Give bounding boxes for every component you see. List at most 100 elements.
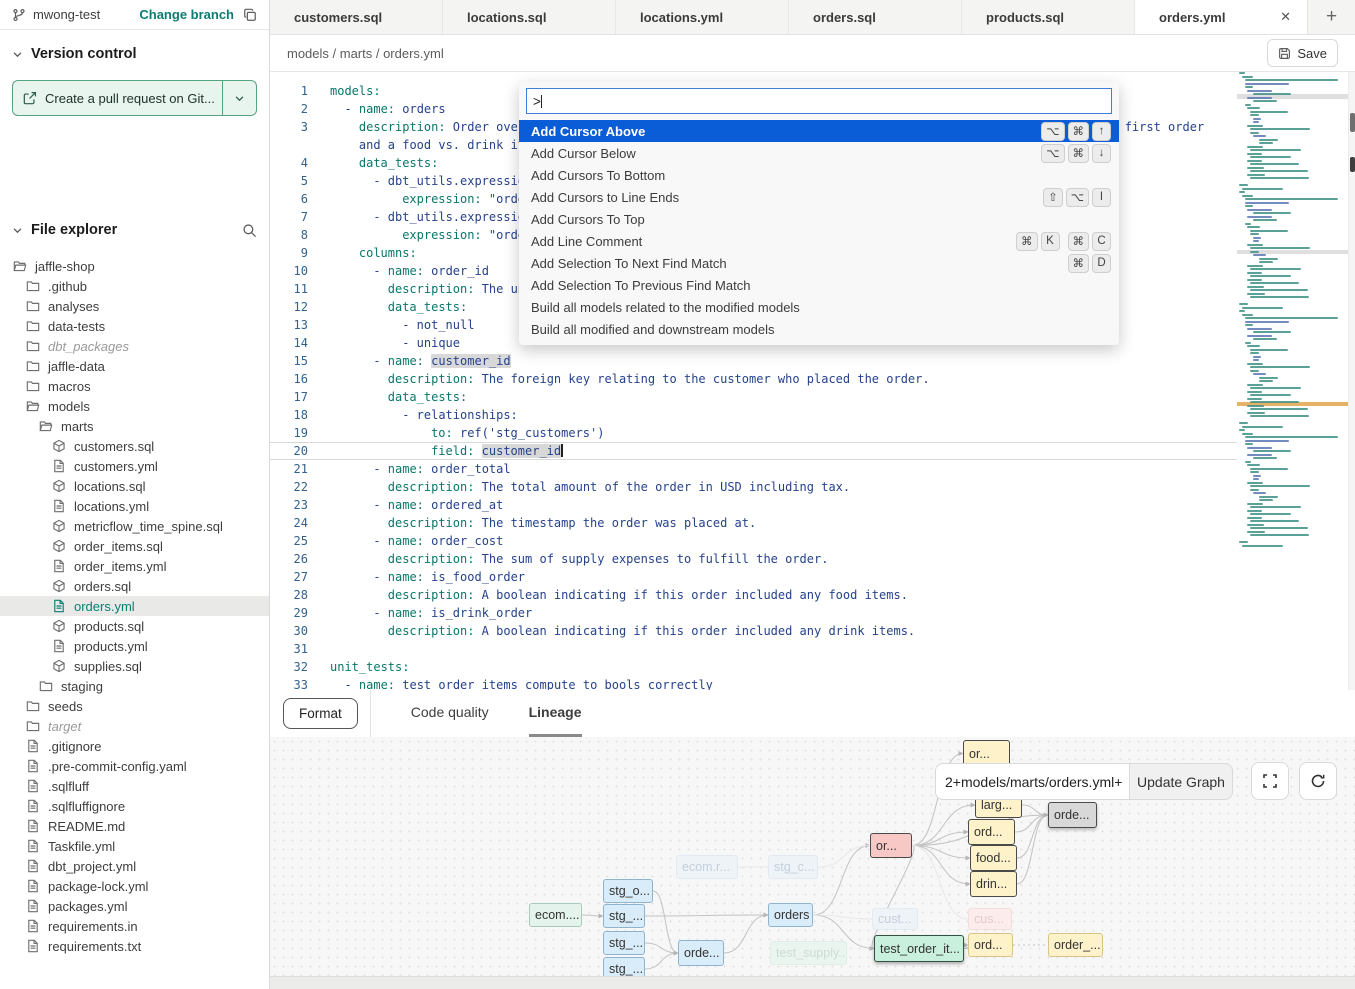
- editor-scrollbar[interactable]: [1348, 72, 1355, 690]
- file-tree-item[interactable]: requirements.in: [0, 916, 269, 936]
- lineage-node[interactable]: stg_...: [603, 957, 645, 976]
- lineage-node[interactable]: ord...: [968, 819, 1015, 845]
- lineage-selector-input[interactable]: 2+models/marts/orders.yml+: [935, 763, 1130, 800]
- code-line[interactable]: 20field: customer_id: [270, 442, 1237, 460]
- code-line[interactable]: 26description: The sum of supply expense…: [270, 550, 1237, 568]
- format-button[interactable]: Format: [283, 698, 358, 729]
- command-palette-item[interactable]: Add Line Comment⌘K⌘C: [519, 230, 1119, 252]
- create-pr-button[interactable]: Create a pull request on Git...: [12, 80, 257, 116]
- update-graph-button[interactable]: Update Graph: [1130, 763, 1233, 800]
- lineage-node[interactable]: or...: [870, 833, 912, 858]
- file-tree-item[interactable]: dbt_packages: [0, 336, 269, 356]
- file-tree-item[interactable]: metricflow_time_spine.sql: [0, 516, 269, 536]
- search-icon[interactable]: [242, 223, 257, 238]
- code-line[interactable]: 27- name: is_food_order: [270, 568, 1237, 586]
- file-tree-item[interactable]: customers.sql: [0, 436, 269, 456]
- file-explorer-header[interactable]: File explorer: [12, 222, 257, 238]
- fullscreen-button[interactable]: [1251, 762, 1289, 800]
- file-tree-item[interactable]: orders.yml: [0, 596, 269, 616]
- command-palette-item[interactable]: Build all models related to the modified…: [519, 296, 1119, 318]
- copy-icon[interactable]: [243, 8, 257, 22]
- lineage-node[interactable]: ord...: [968, 933, 1013, 957]
- file-tree-item[interactable]: products.yml: [0, 636, 269, 656]
- change-branch-link[interactable]: Change branch: [139, 7, 234, 22]
- code-line[interactable]: 24description: The timestamp the order w…: [270, 514, 1237, 532]
- bottom-tab-code-quality[interactable]: Code quality: [411, 690, 489, 737]
- command-palette-item[interactable]: Add Cursor Below⌥⌘↓: [519, 142, 1119, 164]
- code-line[interactable]: 16description: The foreign key relating …: [270, 370, 1237, 388]
- file-tree-item[interactable]: target: [0, 716, 269, 736]
- file-tree-item[interactable]: jaffle-shop: [0, 256, 269, 276]
- refresh-button[interactable]: [1299, 762, 1337, 800]
- file-tree-item[interactable]: seeds: [0, 696, 269, 716]
- file-tree-item[interactable]: locations.sql: [0, 476, 269, 496]
- lineage-node[interactable]: food...: [970, 845, 1017, 871]
- file-tree-item[interactable]: analyses: [0, 296, 269, 316]
- lineage-node[interactable]: ecom.r...: [676, 855, 738, 879]
- code-line[interactable]: 32unit_tests:: [270, 658, 1237, 676]
- pr-button-dropdown[interactable]: [222, 81, 256, 115]
- file-tree-item[interactable]: staging: [0, 676, 269, 696]
- code-line[interactable]: 15- name: customer_id: [270, 352, 1237, 370]
- file-tree-item[interactable]: .github: [0, 276, 269, 296]
- file-tree-item[interactable]: customers.yml: [0, 456, 269, 476]
- file-tree-item[interactable]: orders.sql: [0, 576, 269, 596]
- minimap[interactable]: [1237, 72, 1348, 690]
- lineage-node[interactable]: stg_o...: [603, 879, 653, 903]
- lineage-node[interactable]: orde...: [1048, 802, 1097, 828]
- code-line[interactable]: 28description: A boolean indicating if t…: [270, 586, 1237, 604]
- version-control-header[interactable]: Version control: [12, 46, 257, 62]
- lineage-node[interactable]: test_supply...: [770, 941, 847, 965]
- lineage-node[interactable]: stg_c...: [768, 855, 818, 879]
- horizontal-scrollbar[interactable]: [270, 976, 1355, 989]
- code-line[interactable]: 23- name: ordered_at: [270, 496, 1237, 514]
- code-line[interactable]: 33- name: test_order_items_compute_to_bo…: [270, 676, 1237, 690]
- command-palette-input[interactable]: >: [526, 88, 1112, 114]
- lineage-node[interactable]: cust...: [872, 908, 918, 930]
- file-tree-item[interactable]: jaffle-data: [0, 356, 269, 376]
- editor-tab[interactable]: locations.yml: [616, 0, 789, 34]
- code-line[interactable]: 18- relationships:: [270, 406, 1237, 424]
- lineage-node[interactable]: orders: [768, 903, 813, 927]
- code-line[interactable]: 31: [270, 640, 1237, 658]
- file-tree-item[interactable]: requirements.txt: [0, 936, 269, 956]
- command-palette-item[interactable]: Add Selection To Previous Find Match: [519, 274, 1119, 296]
- lineage-node[interactable]: orde...: [678, 940, 724, 966]
- file-tree-item[interactable]: marts: [0, 416, 269, 436]
- save-button[interactable]: Save: [1267, 39, 1338, 67]
- code-line[interactable]: 22description: The total amount of the o…: [270, 478, 1237, 496]
- editor-tab[interactable]: locations.sql: [443, 0, 616, 34]
- lineage-node[interactable]: stg_...: [603, 904, 645, 928]
- file-tree-item[interactable]: dbt_project.yml: [0, 856, 269, 876]
- code-line[interactable]: 21- name: order_total: [270, 460, 1237, 478]
- command-palette-item[interactable]: Add Cursors To Bottom: [519, 164, 1119, 186]
- file-tree-item[interactable]: .pre-commit-config.yaml: [0, 756, 269, 776]
- code-line[interactable]: 29- name: is_drink_order: [270, 604, 1237, 622]
- editor-tab[interactable]: customers.sql: [270, 0, 443, 34]
- file-tree-item[interactable]: macros: [0, 376, 269, 396]
- file-tree-item[interactable]: order_items.yml: [0, 556, 269, 576]
- file-tree-item[interactable]: README.md: [0, 816, 269, 836]
- command-palette-item[interactable]: Add Selection To Next Find Match⌘D: [519, 252, 1119, 274]
- command-palette-item[interactable]: Add Cursors To Top: [519, 208, 1119, 230]
- close-tab-icon[interactable]: ✕: [1278, 9, 1293, 25]
- file-tree-item[interactable]: Taskfile.yml: [0, 836, 269, 856]
- code-line[interactable]: 30description: A boolean indicating if t…: [270, 622, 1237, 640]
- lineage-node[interactable]: test_order_it...: [874, 935, 964, 962]
- command-palette-item[interactable]: Add Cursors to Line Ends⇧⌥I: [519, 186, 1119, 208]
- file-tree-item[interactable]: models: [0, 396, 269, 416]
- file-tree-item[interactable]: .gitignore: [0, 736, 269, 756]
- file-tree-item[interactable]: .sqlfluff: [0, 776, 269, 796]
- code-line[interactable]: 19to: ref('stg_customers'): [270, 424, 1237, 442]
- file-tree-item[interactable]: package-lock.yml: [0, 876, 269, 896]
- file-tree-item[interactable]: supplies.sql: [0, 656, 269, 676]
- code-line[interactable]: 25- name: order_cost: [270, 532, 1237, 550]
- bottom-tab-lineage[interactable]: Lineage: [529, 690, 582, 737]
- file-tree-item[interactable]: .sqlfluffignore: [0, 796, 269, 816]
- command-palette-item[interactable]: Build all modified and downstream models: [519, 318, 1119, 340]
- file-tree-item[interactable]: products.sql: [0, 616, 269, 636]
- editor-tab[interactable]: products.sql: [962, 0, 1135, 34]
- lineage-node[interactable]: cus...: [968, 908, 1012, 930]
- lineage-canvas[interactable]: ecom....stg_o...stg_...stg_...stg_...eco…: [270, 737, 1355, 976]
- editor-tab[interactable]: orders.yml✕: [1135, 0, 1308, 34]
